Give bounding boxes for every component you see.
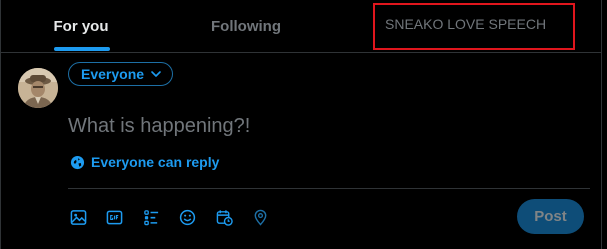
chevron-down-icon [151, 71, 161, 77]
tab-following-label: Following [211, 17, 281, 35]
avatar[interactable] [18, 68, 58, 108]
tab-sneako-love-speech-label: SNEAKO LOVE SPEECH [385, 16, 547, 32]
audience-selector[interactable]: Everyone [68, 62, 174, 86]
tab-sneako-love-speech[interactable]: SNEAKO LOVE SPEECH [373, 3, 575, 50]
tab-for-you[interactable]: For you [1, 0, 161, 52]
compose-input[interactable] [68, 112, 568, 140]
image-icon[interactable] [66, 205, 90, 229]
right-border [601, 0, 602, 249]
reply-settings-label: Everyone can reply [91, 154, 220, 170]
active-tab-indicator [54, 47, 110, 51]
tab-for-you-label: For you [53, 17, 109, 35]
home-timeline-panel: For you Following SNEAKO LOVE SPEECH Eve… [0, 0, 602, 249]
location-icon[interactable] [249, 205, 273, 229]
tab-following[interactable]: Following [161, 0, 331, 52]
globe-icon [70, 155, 85, 169]
reply-settings-button[interactable]: Everyone can reply [70, 154, 219, 170]
poll-icon[interactable] [139, 205, 163, 229]
audience-label: Everyone [81, 66, 145, 82]
post-button[interactable]: Post [517, 199, 584, 234]
emoji-icon[interactable] [176, 205, 200, 229]
avatar-image [18, 68, 58, 108]
composer-toolbar [66, 204, 285, 230]
gif-icon[interactable] [103, 205, 127, 229]
composer-divider [68, 188, 590, 189]
timeline-tabs: For you Following SNEAKO LOVE SPEECH [1, 0, 601, 53]
schedule-icon[interactable] [212, 205, 236, 229]
